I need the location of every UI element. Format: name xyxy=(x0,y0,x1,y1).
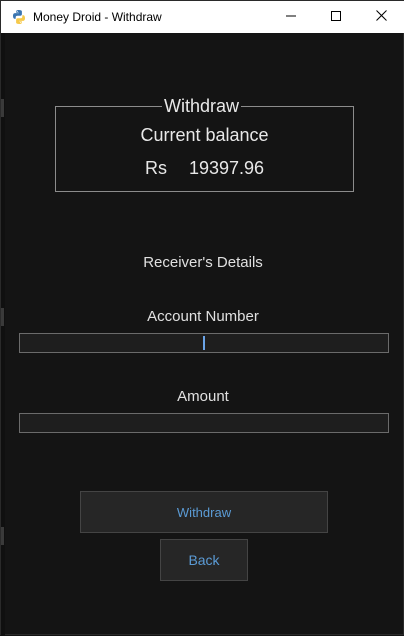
balance-display: Rs 19397.96 xyxy=(55,157,354,179)
python-icon xyxy=(11,9,27,25)
edge-mark xyxy=(1,99,4,117)
withdraw-button[interactable]: Withdraw xyxy=(80,491,328,533)
edge-mark xyxy=(1,527,4,545)
maximize-button[interactable] xyxy=(313,1,359,33)
balance-amount: 19397.96 xyxy=(188,158,265,178)
window-left-edge xyxy=(1,33,5,636)
back-button[interactable]: Back xyxy=(160,539,248,581)
account-number-label: Account Number xyxy=(147,308,259,325)
frame-title: Withdraw xyxy=(162,95,242,117)
close-button[interactable] xyxy=(358,1,404,33)
window-title: Money Droid - Withdraw xyxy=(33,10,162,24)
balance-frame xyxy=(55,106,354,192)
maximize-icon xyxy=(331,8,341,26)
amount-input[interactable] xyxy=(19,413,389,433)
receiver-details-heading: Receiver's Details xyxy=(143,254,263,271)
text-caret xyxy=(203,336,205,350)
currency-label: Rs xyxy=(144,158,167,178)
current-balance-heading: Current balance xyxy=(140,125,269,145)
minimize-icon xyxy=(286,8,296,26)
amount-label: Amount xyxy=(177,388,229,405)
close-icon xyxy=(375,8,387,26)
title-bar[interactable]: Money Droid - Withdraw xyxy=(1,1,404,33)
app-window: Money Droid - Withdraw Withdraw Current … xyxy=(0,0,404,636)
minimize-button[interactable] xyxy=(268,1,314,33)
